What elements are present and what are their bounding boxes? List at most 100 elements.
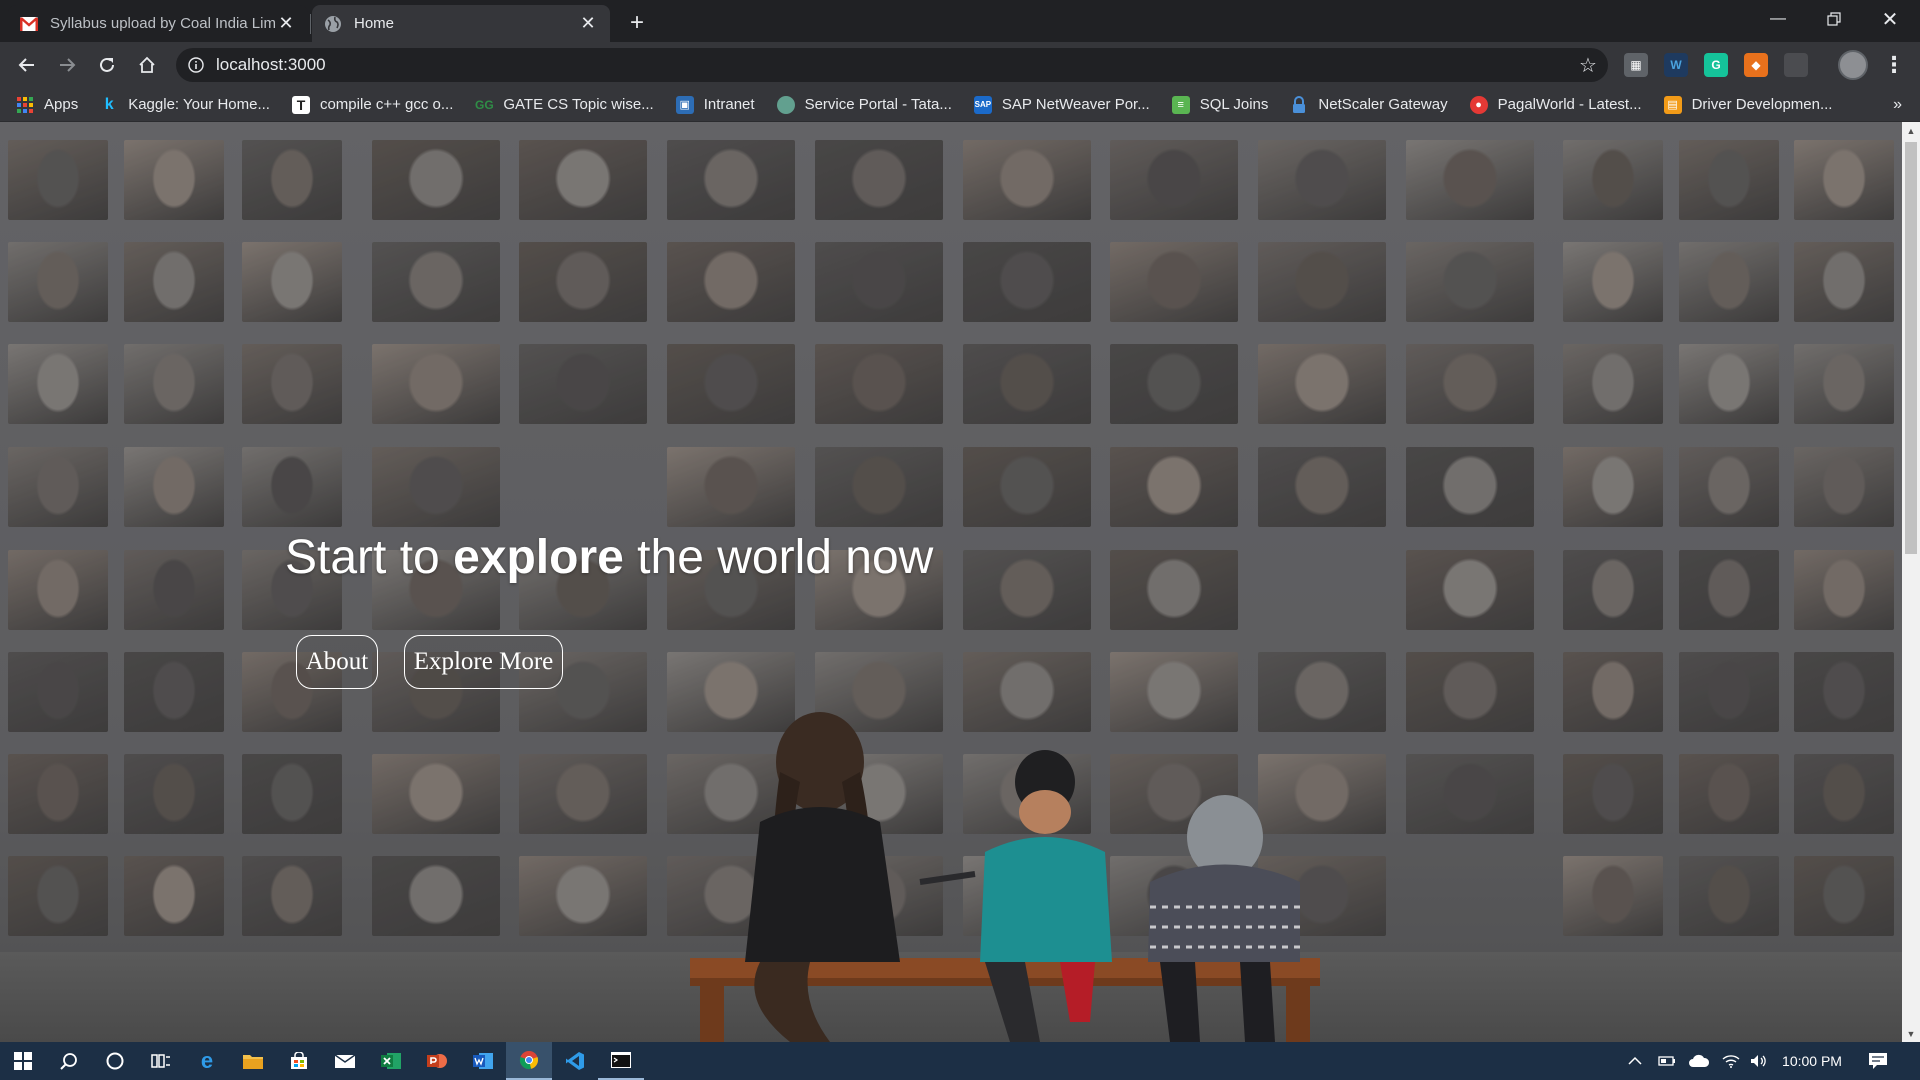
lock-icon — [1290, 95, 1308, 114]
bookmark-label: PagalWorld - Latest... — [1497, 96, 1642, 113]
portal-icon — [776, 95, 795, 114]
task-view-icon[interactable] — [138, 1042, 184, 1080]
close-icon: ✕ — [1881, 8, 1899, 31]
restore-button[interactable] — [1806, 0, 1862, 38]
sql-icon: ≡ — [1171, 95, 1190, 114]
battery-icon[interactable] — [1658, 1042, 1676, 1080]
bookmark-label: Service Portal - Tata... — [804, 96, 952, 113]
bookmark-label: SQL Joins — [1199, 96, 1269, 113]
bookmark-netscaler[interactable]: NetScaler Gateway — [1290, 95, 1448, 114]
chrome-icon[interactable] — [506, 1042, 552, 1080]
bookmark-driver-development[interactable]: ▤ Driver Developmen... — [1663, 95, 1833, 114]
arrow-left-icon — [18, 58, 34, 72]
page-scrollbar[interactable]: ▲ ▼ — [1902, 122, 1920, 1042]
bookmark-label: SAP NetWeaver Por... — [1001, 96, 1150, 113]
excel-icon[interactable] — [368, 1042, 414, 1080]
bookmark-label: Driver Developmen... — [1691, 96, 1833, 113]
info-icon[interactable] — [176, 57, 216, 73]
start-button[interactable] — [0, 1042, 46, 1080]
bookmark-sap-netweaver[interactable]: SAP SAP NetWeaver Por... — [973, 95, 1150, 114]
bookmark-label: compile c++ gcc o... — [319, 96, 454, 113]
tab-syllabus[interactable]: Syllabus upload by Coal India Lim ✕ — [8, 5, 308, 42]
profile-avatar[interactable] — [1838, 50, 1868, 80]
disabled-extension-icon[interactable] — [1784, 53, 1808, 77]
explore-more-button[interactable]: Explore More — [404, 635, 563, 689]
word-icon[interactable] — [460, 1042, 506, 1080]
globe-icon — [324, 15, 342, 33]
search-icon[interactable] — [46, 1042, 92, 1080]
hero-text-start: Start to — [285, 531, 454, 584]
address-bar[interactable]: localhost:3000 ☆ — [176, 48, 1608, 82]
restore-icon — [1827, 12, 1841, 26]
home-icon — [139, 56, 155, 73]
scrollbar-thumb[interactable] — [1905, 142, 1917, 554]
bookmark-label: Intranet — [703, 96, 755, 113]
minimize-button[interactable]: — — [1750, 0, 1806, 38]
action-center-icon[interactable] — [1868, 1042, 1888, 1080]
close-window-button[interactable]: ✕ — [1862, 0, 1918, 38]
chrome-menu-icon[interactable]: ⋮ — [1882, 50, 1906, 80]
grammarly-extension-icon[interactable]: G — [1704, 53, 1728, 77]
back-button[interactable] — [10, 48, 44, 82]
w-extension-icon[interactable]: W — [1664, 53, 1688, 77]
pagalworld-icon: ● — [1469, 95, 1488, 114]
show-hidden-icons-chevron-icon[interactable] — [1628, 1042, 1642, 1080]
tab-home[interactable]: Home ✕ — [312, 5, 610, 42]
page-viewport: Start to explore the world now About Exp… — [0, 122, 1902, 1042]
bookmark-sql-joins[interactable]: ≡ SQL Joins — [1171, 95, 1269, 114]
new-tab-button[interactable]: + — [622, 8, 652, 38]
url-text: localhost:3000 — [216, 55, 326, 74]
scroll-up-arrow-icon[interactable]: ▲ — [1902, 122, 1920, 139]
hero-text-end: the world now — [623, 531, 934, 584]
vscode-icon[interactable] — [552, 1042, 598, 1080]
tab-title: Syllabus upload by Coal India Lim — [50, 15, 276, 32]
bookmark-kaggle[interactable]: k Kaggle: Your Home... — [100, 96, 270, 114]
system-clock[interactable]: 10:00 PM — [1776, 1042, 1848, 1080]
minimize-icon: — — [1770, 10, 1786, 27]
windows-taskbar: e 10:00 PM — [0, 1042, 1920, 1080]
bookmark-service-portal[interactable]: Service Portal - Tata... — [776, 95, 952, 114]
bookmark-intranet[interactable]: ▣ Intranet — [675, 95, 755, 114]
mail-icon[interactable] — [322, 1042, 368, 1080]
bookmark-compile-cpp[interactable]: T compile c++ gcc o... — [291, 95, 454, 114]
qr-extension-icon[interactable]: ▦ — [1624, 53, 1648, 77]
hero-heading: Start to explore the world now — [285, 530, 933, 585]
close-icon[interactable]: ✕ — [276, 13, 296, 34]
reload-icon — [100, 57, 114, 72]
store-icon[interactable] — [276, 1042, 322, 1080]
browser-toolbar: localhost:3000 ☆ ▦ W G ◆ ⋮ — [0, 42, 1920, 88]
tab-strip: Syllabus upload by Coal India Lim ✕ Home… — [0, 0, 1920, 42]
edge-icon[interactable]: e — [184, 1042, 230, 1080]
kaggle-icon: k — [104, 95, 114, 113]
terminal-icon[interactable] — [598, 1042, 644, 1080]
fox-extension-icon[interactable]: ◆ — [1744, 53, 1768, 77]
t-icon: T — [291, 95, 310, 114]
volume-icon[interactable] — [1750, 1042, 1768, 1080]
home-button[interactable] — [130, 48, 164, 82]
bookmark-label: Apps — [44, 96, 79, 113]
forward-button[interactable] — [50, 48, 84, 82]
bookmark-apps[interactable]: Apps — [16, 96, 78, 114]
bookmark-star-icon[interactable]: ☆ — [1568, 53, 1608, 78]
bookmark-pagalworld[interactable]: ● PagalWorld - Latest... — [1469, 95, 1642, 114]
file-explorer-icon[interactable] — [230, 1042, 276, 1080]
bookmarks-bar: Apps k Kaggle: Your Home... T compile c+… — [0, 88, 1920, 122]
bookmark-gate-cs[interactable]: GG GATE CS Topic wise... — [475, 96, 654, 114]
close-icon[interactable]: ✕ — [578, 13, 598, 34]
bookmark-label: NetScaler Gateway — [1318, 96, 1448, 113]
more-bookmarks-icon[interactable]: » — [1893, 88, 1902, 122]
about-button[interactable]: About — [296, 635, 378, 689]
sap-icon: SAP — [973, 95, 992, 114]
reload-button[interactable] — [90, 48, 124, 82]
driver-icon: ▤ — [1663, 95, 1682, 114]
wifi-icon[interactable] — [1722, 1042, 1740, 1080]
scroll-down-arrow-icon[interactable]: ▼ — [1902, 1025, 1920, 1042]
cortana-icon[interactable] — [92, 1042, 138, 1080]
windows-logo-icon — [14, 1052, 32, 1070]
arrow-right-icon — [60, 58, 76, 72]
bookmark-label: Kaggle: Your Home... — [128, 96, 270, 113]
gfg-icon: GG — [475, 97, 494, 112]
powerpoint-icon[interactable] — [414, 1042, 460, 1080]
onedrive-cloud-icon[interactable] — [1688, 1042, 1710, 1080]
tab-title: Home — [354, 15, 395, 32]
